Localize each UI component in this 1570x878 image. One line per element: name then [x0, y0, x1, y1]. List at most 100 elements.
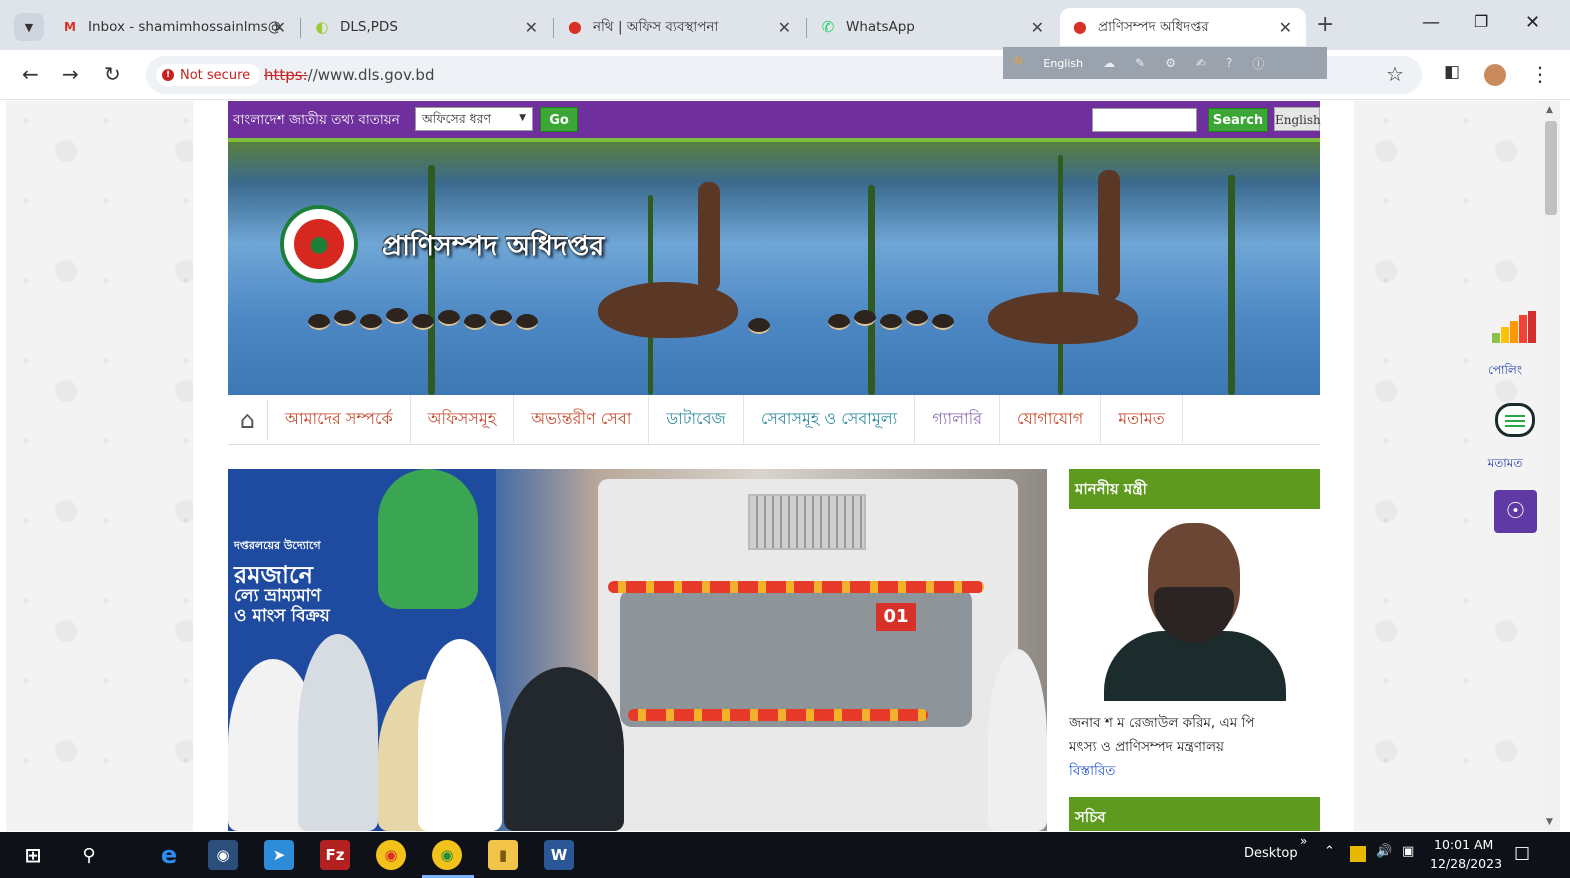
tab-close-icon[interactable]: ✕	[778, 18, 791, 37]
nav-internal-services[interactable]: অভ্যন্তরীণ সেবা	[514, 394, 650, 445]
site-name[interactable]: প্রাণিসম্পদ অধিদপ্তর	[382, 226, 604, 271]
chevron-right-icon[interactable]: »	[1300, 834, 1307, 848]
office-type-select[interactable]: অফিসের ধরণ ▼	[415, 107, 533, 131]
header-banner: ● প্রাণিসম্পদ অধিদপ্তর	[228, 138, 1320, 395]
nav-gallery[interactable]: গ্যালারি	[915, 394, 1001, 445]
poll-bar	[1510, 321, 1518, 343]
security-chip[interactable]: ! Not secure	[156, 64, 261, 86]
menu-kebab-icon[interactable]: ⋮	[1530, 62, 1550, 86]
page-viewport: বাংলাদেশ জাতীয় তথ্য বাতায়ন অফিসের ধরণ …	[6, 101, 1542, 831]
url-rest: //www.dls.gov.bd	[307, 66, 435, 84]
duck-neck	[698, 182, 720, 292]
feedback-chat-icon[interactable]	[1495, 403, 1535, 437]
tab-search-chevron-icon[interactable]: ▼	[14, 13, 44, 41]
nav-services[interactable]: সেবাসমূহ ও সেবামূল্য	[744, 394, 916, 445]
govt-logo[interactable]: ●	[280, 205, 358, 283]
bookmark-star-icon[interactable]: ☆	[1386, 62, 1404, 86]
tab-separator	[806, 18, 807, 38]
tab-whatsapp[interactable]: ✆ WhatsApp ✕	[808, 8, 1058, 46]
browser-tab-strip: ▼ M Inbox - shamimhossainlms@ ✕ ◐ DLS,PD…	[0, 0, 1570, 50]
chrome-icon[interactable]: ◉	[376, 840, 406, 870]
tab-close-icon[interactable]: ✕	[1279, 18, 1292, 37]
clock-time[interactable]: 10:01 AM	[1434, 837, 1493, 852]
chevron-up-icon[interactable]: ⌃	[1324, 844, 1335, 859]
duckling	[748, 318, 770, 334]
tab-close-icon[interactable]: ✕	[273, 18, 286, 37]
minister-heading: মাননীয় মন্ত্রী	[1069, 469, 1320, 509]
back-icon[interactable]: ←	[22, 62, 39, 86]
file-explorer-icon[interactable]: ▮	[488, 840, 518, 870]
reed	[428, 165, 435, 395]
person	[504, 667, 624, 831]
filezilla-icon[interactable]: Fz	[320, 840, 350, 870]
poll-bar	[1519, 315, 1527, 343]
extension-language[interactable]: English	[1043, 57, 1083, 70]
brush-icon[interactable]: ✎	[1135, 56, 1145, 70]
url-scheme: https:	[264, 66, 308, 84]
tab-gmail[interactable]: M Inbox - shamimhossainlms@ ✕	[50, 8, 300, 46]
chevron-down-icon: ▼	[519, 113, 526, 123]
details-link[interactable]: বিস্তারিত	[1069, 759, 1320, 783]
reed	[1058, 155, 1063, 395]
side-panel-icon[interactable]: ◧	[1444, 62, 1460, 82]
home-icon[interactable]: ⌂	[228, 399, 268, 440]
restore-icon[interactable]: ❐	[1474, 12, 1488, 31]
edit-icon[interactable]: ✍	[1196, 56, 1206, 70]
profile-avatar[interactable]	[1484, 64, 1506, 86]
scroll-up-icon[interactable]: ▲	[1546, 105, 1553, 115]
forward-icon[interactable]: →	[62, 62, 79, 86]
tray-app-icon[interactable]	[1350, 846, 1366, 862]
new-tab-button[interactable]: +	[1316, 12, 1334, 37]
tab-dls-active[interactable]: ⬤ প্রাণিসম্পদ অধিদপ্তর ✕	[1060, 8, 1306, 46]
info-icon[interactable]: ⓘ	[1252, 55, 1264, 72]
poll-label[interactable]: পোলিং	[1480, 362, 1530, 382]
nav-database[interactable]: ডাটাবেজ	[649, 394, 744, 445]
nav-offices[interactable]: অফিসসমূহ	[411, 394, 515, 445]
feedback-label[interactable]: মতামত	[1480, 455, 1530, 475]
duckling	[386, 308, 408, 324]
network-icon[interactable]: ▣	[1402, 844, 1414, 859]
chrome-icon-active[interactable]: ◉	[432, 840, 462, 870]
portal-title[interactable]: বাংলাদেশ জাতীয় তথ্য বাতায়ন	[233, 109, 400, 132]
accessibility-icon[interactable]: ☉	[1494, 490, 1537, 533]
telegram-icon[interactable]: ➤	[264, 840, 294, 870]
edge-icon[interactable]: e	[154, 840, 184, 870]
page-scrollbar[interactable]: ▲ ▼	[1542, 101, 1560, 831]
tab-nothi[interactable]: ⬤ নথি | অফিস ব্যবস্থাপনা ✕	[555, 8, 805, 46]
go-button[interactable]: Go	[540, 107, 578, 132]
hero-slider-image[interactable]: দপ্তরলয়ের উদ্যোগে রমজানে ল্যে ভ্রাম্যমা…	[228, 469, 1047, 831]
minimize-icon[interactable]: —	[1422, 12, 1440, 33]
nav-about[interactable]: আমাদের সম্পর্কে	[268, 394, 411, 445]
reload-icon[interactable]: ↻	[104, 62, 121, 86]
url-text[interactable]: https://www.dls.gov.bd	[264, 66, 434, 84]
scrollbar-thumb[interactable]	[1545, 121, 1557, 215]
bangla-icon[interactable]: অ	[1013, 53, 1023, 73]
word-icon[interactable]: W	[544, 840, 574, 870]
tab-close-icon[interactable]: ✕	[525, 18, 538, 37]
volume-icon[interactable]: 🔊	[1376, 844, 1392, 859]
search-button[interactable]: Search	[1208, 108, 1268, 132]
search-icon[interactable]: ⚲	[74, 840, 104, 870]
search-input[interactable]	[1092, 108, 1197, 132]
poll-bars-icon[interactable]	[1492, 311, 1536, 343]
desktop-toolbar-label[interactable]: Desktop	[1244, 846, 1298, 861]
clock-date[interactable]: 12/28/2023	[1430, 856, 1502, 871]
tab-close-icon[interactable]: ✕	[1031, 18, 1044, 37]
settings-icon[interactable]: ⚙	[1165, 56, 1176, 70]
duckling	[360, 314, 382, 330]
person	[298, 634, 378, 831]
scroll-down-icon[interactable]: ▼	[1546, 817, 1553, 827]
notification-icon[interactable]: ☐	[1514, 844, 1530, 865]
nav-contact[interactable]: যোগাযোগ	[1000, 394, 1102, 445]
tab-dls-pds[interactable]: ◐ DLS,PDS ✕	[302, 8, 552, 46]
windows-start-icon[interactable]: ⊞	[18, 840, 48, 870]
minister-photo[interactable]	[1103, 521, 1286, 701]
help-icon[interactable]: ?	[1226, 56, 1232, 70]
cloud-icon[interactable]: ☁	[1103, 56, 1115, 70]
nav-feedback[interactable]: মতামত	[1101, 394, 1183, 445]
english-button[interactable]: English	[1274, 107, 1321, 131]
person	[988, 649, 1047, 831]
minister-info: জনাব শ ম রেজাউল করিম, এম পি মৎস্য ও প্রা…	[1069, 701, 1320, 783]
photos-icon[interactable]: ◉	[208, 840, 238, 870]
close-window-icon[interactable]: ✕	[1525, 12, 1540, 33]
